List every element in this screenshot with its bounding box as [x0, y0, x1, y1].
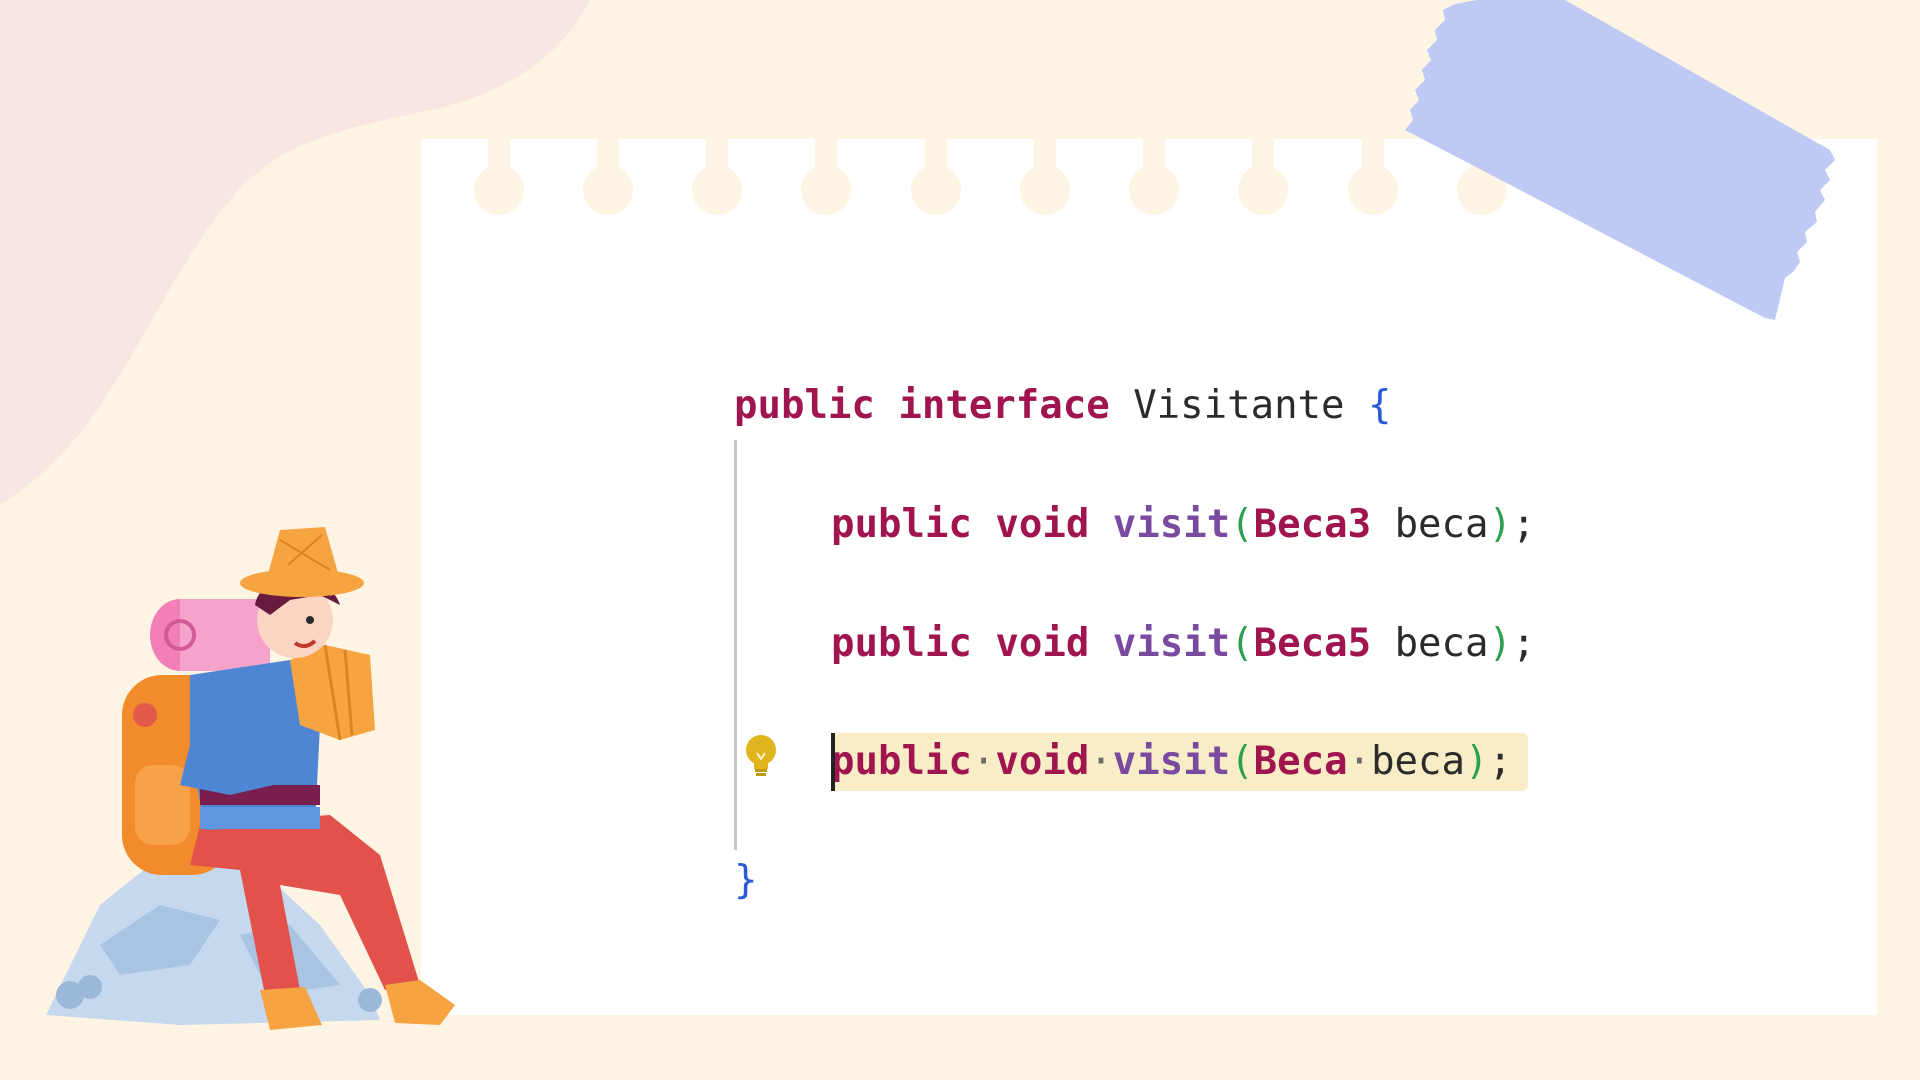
close-paren: ) — [1488, 621, 1512, 666]
param-type: Beca3 — [1253, 502, 1372, 547]
close-brace: } — [734, 858, 758, 903]
semicolon: ; — [1511, 621, 1536, 666]
open-paren: ( — [1230, 621, 1254, 666]
code-line-3[interactable]: public void visit(Beca5 beca); — [831, 618, 1535, 670]
open-brace: { — [1368, 383, 1392, 428]
param-type: Beca — [1253, 739, 1348, 784]
whitespace-dot: · — [1089, 739, 1113, 784]
interface-name: Visitante — [1133, 383, 1345, 428]
traveler-illustration — [46, 527, 455, 1030]
paper-hole — [801, 139, 851, 215]
method-name: visit — [1112, 621, 1231, 666]
paper-hole — [1238, 139, 1288, 215]
whitespace-dot: · — [1347, 739, 1372, 784]
lightbulb-icon[interactable] — [742, 733, 780, 779]
close-paren: ) — [1488, 502, 1512, 547]
paper-hole — [474, 139, 524, 215]
code-line-1[interactable]: public interface Visitante { — [734, 380, 1391, 432]
whitespace-dot: · — [971, 739, 996, 784]
paper-hole — [911, 139, 961, 215]
param-name: beca — [1371, 739, 1465, 784]
open-paren: ( — [1230, 739, 1254, 784]
keyword: void — [995, 621, 1090, 666]
indent-guide — [734, 440, 737, 850]
param-name: beca — [1394, 621, 1489, 666]
paper-hole — [1020, 139, 1070, 215]
code-line-4-active[interactable]: public·void·visit(Beca·beca); — [831, 736, 1512, 788]
keyword: void — [995, 739, 1090, 784]
keyword: public — [831, 621, 972, 666]
keyword: public — [734, 383, 875, 428]
paper-hole — [1348, 139, 1398, 215]
code-line-2[interactable]: public void visit(Beca3 beca); — [831, 499, 1535, 551]
code-line-close[interactable]: } — [734, 855, 757, 907]
paper-hole — [1129, 139, 1179, 215]
keyword: public — [831, 502, 972, 547]
paper-hole — [692, 139, 742, 215]
param-name: beca — [1394, 502, 1489, 547]
open-paren: ( — [1230, 502, 1254, 547]
method-name: visit — [1112, 502, 1231, 547]
text-caret — [831, 733, 835, 791]
param-type: Beca5 — [1253, 621, 1372, 666]
semicolon: ; — [1488, 739, 1512, 784]
close-paren: ) — [1465, 739, 1489, 784]
keyword: interface — [898, 383, 1110, 428]
paper-tape — [1405, 0, 1835, 320]
semicolon: ; — [1511, 502, 1536, 547]
keyword: public — [831, 739, 972, 784]
paper-hole — [583, 139, 633, 215]
method-name: visit — [1112, 739, 1231, 784]
keyword: void — [995, 502, 1090, 547]
